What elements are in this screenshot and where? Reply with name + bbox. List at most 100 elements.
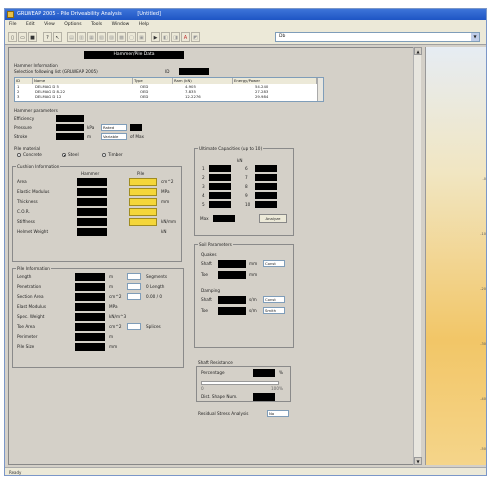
residual-select[interactable]: No: [267, 410, 289, 417]
cushion-hammer-input[interactable]: [77, 188, 107, 196]
cushion-label: Helmet Weight: [17, 229, 49, 234]
ultimate-capacity-input[interactable]: [209, 201, 231, 208]
cushion-pile-input[interactable]: [129, 178, 157, 186]
stroke-mode-select[interactable]: Variable: [101, 133, 127, 140]
pressure-ratio-input[interactable]: [130, 124, 142, 131]
tool-icon-9[interactable]: ◧: [161, 32, 170, 42]
menu-file[interactable]: File: [9, 22, 17, 27]
chevron-down-icon[interactable]: ▼: [471, 33, 479, 41]
pile-info-input[interactable]: [75, 343, 105, 351]
cushion-hammer-input[interactable]: [77, 178, 107, 186]
pressure-input[interactable]: [56, 124, 84, 131]
material-concrete-radio[interactable]: [17, 153, 21, 157]
cushion-hammer-input[interactable]: [77, 218, 107, 226]
cushion-pile-input[interactable]: [129, 188, 157, 196]
quake-toe-input[interactable]: [218, 271, 246, 279]
pointer-icon[interactable]: ↖: [53, 32, 62, 42]
menu-edit[interactable]: Edit: [26, 22, 35, 27]
toolbar-combo[interactable]: Db ▼: [275, 32, 480, 42]
col-energy[interactable]: Energy/Power: [233, 78, 317, 84]
menu-window[interactable]: Window: [112, 22, 130, 27]
depth-label: -10: [480, 232, 486, 236]
tool-icon-11[interactable]: ◩: [191, 32, 200, 42]
hammer-id-input[interactable]: [179, 68, 209, 75]
damp-shaft-mode-select[interactable]: Const: [263, 296, 285, 303]
ultimate-capacity-input[interactable]: [209, 165, 231, 172]
cushion-pile-input[interactable]: [129, 198, 157, 206]
scroll-up-icon[interactable]: ▲: [414, 47, 422, 55]
tool-icon-5[interactable]: ▨: [107, 32, 116, 42]
percentage-slider[interactable]: [201, 381, 279, 385]
cushion-pile-input[interactable]: [129, 218, 157, 226]
menu-tools[interactable]: Tools: [91, 22, 102, 27]
open-icon[interactable]: ▭: [18, 32, 27, 42]
tool-icon-10[interactable]: ◨: [171, 32, 180, 42]
material-steel-radio[interactable]: [62, 153, 66, 157]
cushion-unit: mm: [161, 199, 170, 204]
cushion-hammer-input[interactable]: [77, 208, 107, 216]
analyze-button[interactable]: Analyze: [259, 214, 287, 223]
cushion-pile-input[interactable]: [129, 208, 157, 216]
cushion-hammer-input[interactable]: [77, 198, 107, 206]
pile-info-input[interactable]: [75, 333, 105, 341]
ultimate-capacity-input[interactable]: [209, 192, 231, 199]
menu-view[interactable]: View: [44, 22, 55, 27]
percentage-input[interactable]: [253, 369, 275, 377]
pressure-mode-select[interactable]: Rated: [101, 124, 127, 131]
damp-toe-input[interactable]: [218, 307, 246, 315]
pile-info-mode-select[interactable]: [127, 323, 141, 330]
menu-help[interactable]: Help: [139, 22, 149, 27]
tool-icon-2[interactable]: ▥: [77, 32, 86, 42]
ultimate-capacity-input[interactable]: [255, 183, 277, 190]
damp-shaft-input[interactable]: [218, 296, 246, 304]
cushion-hammer-input[interactable]: [77, 228, 107, 236]
ultimate-capacity-input[interactable]: [209, 174, 231, 181]
ultimate-capacity-input[interactable]: [255, 201, 277, 208]
pile-info-input[interactable]: [75, 323, 105, 331]
tool-icon-7[interactable]: ▢: [127, 32, 136, 42]
col-type[interactable]: Type: [133, 78, 173, 84]
tool-icon-3[interactable]: ▦: [87, 32, 96, 42]
dist-shape-input[interactable]: [253, 393, 275, 401]
vertical-scrollbar[interactable]: ▲ ▼: [413, 47, 422, 465]
tool-icon-4[interactable]: ▧: [97, 32, 106, 42]
cushion-col-pile: Pile: [137, 171, 145, 176]
stroke-input[interactable]: [56, 133, 84, 140]
help-icon[interactable]: ?: [43, 32, 52, 42]
font-icon[interactable]: A: [181, 32, 190, 42]
ultimate-max-input[interactable]: [213, 215, 235, 222]
ultimate-capacity-input[interactable]: [209, 183, 231, 190]
pile-info-mode-select[interactable]: [127, 293, 141, 300]
table-scrollbar[interactable]: [317, 78, 323, 101]
material-timber-radio[interactable]: [102, 153, 106, 157]
pile-info-mode-select[interactable]: [127, 273, 141, 280]
pile-info-input[interactable]: [75, 283, 105, 291]
pile-info-unit: cm^2: [109, 324, 122, 329]
pile-info-input[interactable]: [75, 273, 105, 281]
save-icon[interactable]: ■: [28, 32, 37, 42]
pile-info-input[interactable]: [75, 303, 105, 311]
ultimate-capacity-input[interactable]: [255, 192, 277, 199]
hammer-table[interactable]: ID Name Type Ram (kN) Energy/Power 1 DEL…: [14, 77, 324, 102]
quake-shaft-input[interactable]: [218, 260, 246, 268]
scroll-down-icon[interactable]: ▼: [414, 457, 422, 465]
col-ram[interactable]: Ram (kN): [173, 78, 233, 84]
ultimate-capacity-input[interactable]: [255, 165, 277, 172]
menu-options[interactable]: Options: [64, 22, 81, 27]
pile-info-input[interactable]: [75, 313, 105, 321]
quake-mode-select[interactable]: Const: [263, 260, 285, 267]
run-icon[interactable]: ▶: [151, 32, 160, 42]
pile-info-mode-select[interactable]: [127, 283, 141, 290]
cushion-unit: MPa: [161, 189, 170, 194]
tool-icon-8[interactable]: ▣: [137, 32, 146, 42]
efficiency-input[interactable]: [56, 115, 84, 122]
cushion-label: Stiffness: [17, 219, 35, 224]
tool-icon-6[interactable]: ▩: [117, 32, 126, 42]
pile-info-input[interactable]: [75, 293, 105, 301]
tool-icon-1[interactable]: ▤: [67, 32, 76, 42]
pile-info-unit: m: [109, 284, 114, 289]
new-icon[interactable]: ▯: [8, 32, 17, 42]
selection-label: Selection following list (GRLWEAP 2005): [14, 69, 98, 74]
ultimate-capacity-input[interactable]: [255, 174, 277, 181]
damp-toe-mode-select[interactable]: Smith: [263, 307, 285, 314]
